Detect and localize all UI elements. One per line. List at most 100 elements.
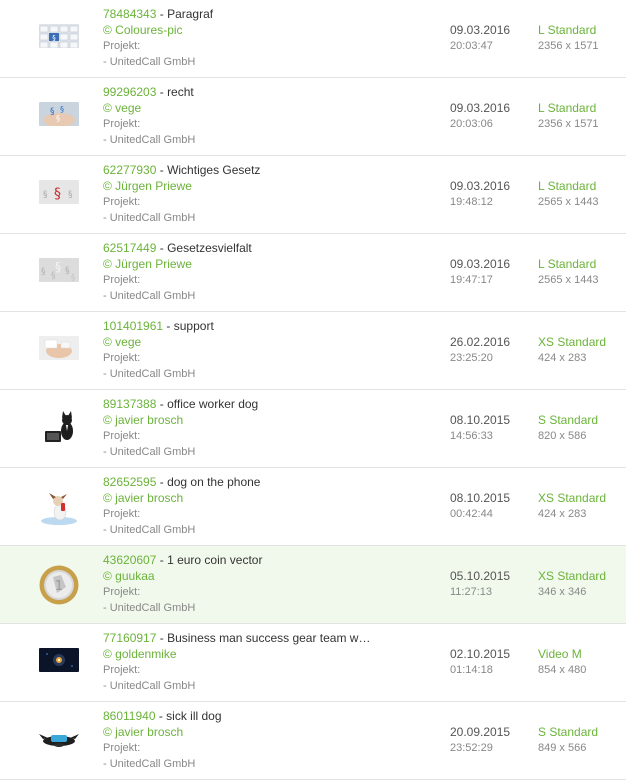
license-time: 01:14:18 xyxy=(450,664,493,676)
thumbnail-image[interactable] xyxy=(39,726,79,750)
thumbnail-image[interactable] xyxy=(39,409,79,449)
license-type-link[interactable]: XS Standard xyxy=(538,568,626,584)
thumbnail-image[interactable]: § § § xyxy=(39,180,79,204)
thumbnail-image[interactable]: § xyxy=(39,24,79,48)
license-type-link[interactable]: Video M xyxy=(538,646,626,662)
image-credit[interactable]: © javier brosch xyxy=(103,412,393,428)
license-time: 19:47:17 xyxy=(450,274,493,286)
license-date: 08.10.2015 xyxy=(450,491,511,505)
image-title: Wichtiges Gesetz xyxy=(167,163,261,177)
image-credit[interactable]: © vege xyxy=(103,334,393,350)
image-id-link[interactable]: 82652595 xyxy=(103,475,156,489)
project-label: Projekt: xyxy=(103,664,141,676)
image-size: 424 x 283 xyxy=(538,352,587,364)
license-type-link[interactable]: L Standard xyxy=(538,178,626,194)
license-date: 02.10.2015 xyxy=(450,647,511,661)
svg-text:§: § xyxy=(52,34,56,42)
license-time: 00:42:44 xyxy=(450,508,493,520)
svg-text:1: 1 xyxy=(55,579,63,594)
project-label: Projekt: xyxy=(103,742,141,754)
image-credit[interactable]: © vege xyxy=(103,100,393,116)
image-title: recht xyxy=(167,85,194,99)
image-title: dog on the phone xyxy=(167,475,261,489)
image-id-link[interactable]: 78484343 xyxy=(103,7,156,21)
thumbnail-image[interactable]: 1 xyxy=(39,565,79,605)
svg-text:§: § xyxy=(60,105,64,114)
svg-text:§: § xyxy=(68,190,73,200)
license-date: 09.03.2016 xyxy=(450,23,511,37)
license-history-list: § 78484343 - Paragraf © Coloures-pic Pro… xyxy=(0,0,626,780)
license-time: 14:56:33 xyxy=(450,430,493,442)
list-item[interactable]: 101401961 - support © vege Projekt: - Un… xyxy=(0,312,626,390)
project-value: - UnitedCall GmbH xyxy=(103,212,196,224)
project-label: Projekt: xyxy=(103,118,141,130)
list-item[interactable]: § § § § § 62517449 - Gesetzesvielfalt © … xyxy=(0,234,626,312)
project-value: - UnitedCall GmbH xyxy=(103,602,196,614)
license-type-link[interactable]: L Standard xyxy=(538,256,626,272)
list-item[interactable]: 89137388 - office worker dog © javier br… xyxy=(0,390,626,468)
thumbnail-image[interactable] xyxy=(39,487,79,527)
list-item[interactable]: § 78484343 - Paragraf © Coloures-pic Pro… xyxy=(0,0,626,78)
project-label: Projekt: xyxy=(103,586,141,598)
image-size: 2356 x 1571 xyxy=(538,40,599,52)
license-date: 20.09.2015 xyxy=(450,725,511,739)
license-date: 05.10.2015 xyxy=(450,569,511,583)
project-label: Projekt: xyxy=(103,196,141,208)
list-item[interactable]: 86011940 - sick ill dog © javier brosch … xyxy=(0,702,626,780)
svg-text:§: § xyxy=(55,260,61,274)
image-id-link[interactable]: 62277930 xyxy=(103,163,156,177)
license-time: 23:52:29 xyxy=(450,742,493,754)
thumbnail-image[interactable]: § § § xyxy=(39,102,79,126)
project-label: Projekt: xyxy=(103,40,141,52)
project-value: - UnitedCall GmbH xyxy=(103,56,196,68)
image-title: Gesetzesvielfalt xyxy=(167,241,252,255)
image-size: 346 x 346 xyxy=(538,586,587,598)
image-id-link[interactable]: 77160917 xyxy=(103,631,156,645)
image-id-link[interactable]: 101401961 xyxy=(103,319,163,333)
project-label: Projekt: xyxy=(103,352,141,364)
list-item[interactable]: § § § 62277930 - Wichtiges Gesetz © Jürg… xyxy=(0,156,626,234)
thumbnail-image[interactable] xyxy=(39,648,79,672)
svg-text:§: § xyxy=(56,114,60,123)
image-title: Paragraf xyxy=(167,7,214,21)
image-id-link[interactable]: 43620607 xyxy=(103,553,156,567)
thumbnail-image[interactable] xyxy=(39,336,79,360)
thumbnail-image[interactable]: § § § § § xyxy=(39,258,79,282)
license-type-link[interactable]: L Standard xyxy=(538,100,626,116)
image-id-link[interactable]: 99296203 xyxy=(103,85,156,99)
svg-text:§: § xyxy=(65,266,70,276)
license-date: 08.10.2015 xyxy=(450,413,511,427)
list-item[interactable]: 77160917 - Business man success gear tea… xyxy=(0,624,626,702)
license-type-link[interactable]: XS Standard xyxy=(538,334,626,350)
license-date: 09.03.2016 xyxy=(450,101,511,115)
license-type-link[interactable]: S Standard xyxy=(538,412,626,428)
project-value: - UnitedCall GmbH xyxy=(103,134,196,146)
image-id-link[interactable]: 86011940 xyxy=(103,709,156,723)
list-item-highlighted[interactable]: 1 43620607 - 1 euro coin vector © guukaa… xyxy=(0,546,626,624)
image-size: 424 x 283 xyxy=(538,508,587,520)
license-time: 20:03:06 xyxy=(450,118,493,130)
image-credit[interactable]: © Jürgen Priewe xyxy=(103,256,393,272)
license-type-link[interactable]: L Standard xyxy=(538,22,626,38)
image-id-link[interactable]: 62517449 xyxy=(103,241,156,255)
image-credit[interactable]: © Jürgen Priewe xyxy=(103,178,393,194)
image-credit[interactable]: © Coloures-pic xyxy=(103,22,393,38)
image-title: Business man success gear team w… xyxy=(167,631,371,645)
image-credit[interactable]: © javier brosch xyxy=(103,724,393,740)
image-size: 2356 x 1571 xyxy=(538,118,599,130)
image-title: office worker dog xyxy=(167,397,259,411)
project-label: Projekt: xyxy=(103,508,141,520)
license-date: 09.03.2016 xyxy=(450,257,511,271)
image-credit[interactable]: © guukaa xyxy=(103,568,393,584)
license-type-link[interactable]: XS Standard xyxy=(538,490,626,506)
image-credit[interactable]: © goldenmike xyxy=(103,646,393,662)
project-value: - UnitedCall GmbH xyxy=(103,446,196,458)
svg-text:§: § xyxy=(41,267,46,277)
list-item[interactable]: 82652595 - dog on the phone © javier bro… xyxy=(0,468,626,546)
image-credit[interactable]: © javier brosch xyxy=(103,490,393,506)
svg-text:§: § xyxy=(50,107,55,117)
image-id-link[interactable]: 89137388 xyxy=(103,397,156,411)
list-item[interactable]: § § § 99296203 - recht © vege Projekt: -… xyxy=(0,78,626,156)
image-title: support xyxy=(173,319,214,333)
license-type-link[interactable]: S Standard xyxy=(538,724,626,740)
